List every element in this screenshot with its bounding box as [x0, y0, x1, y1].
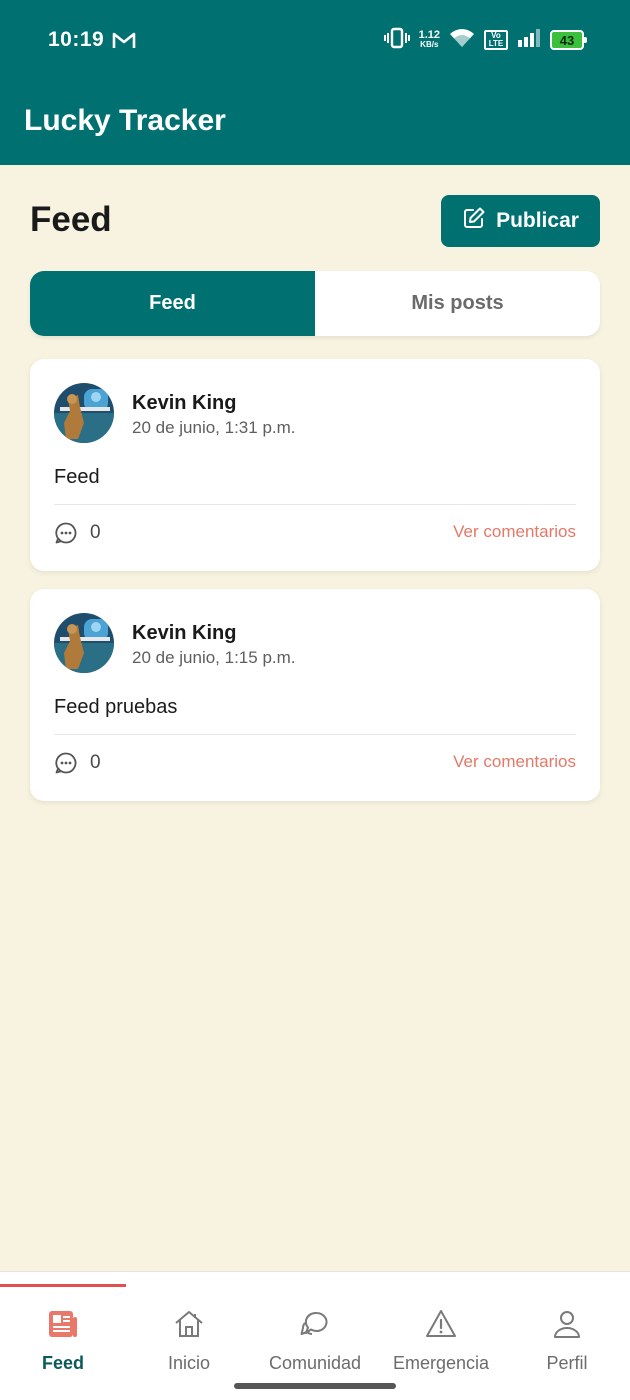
publish-label: Publicar [496, 209, 579, 232]
nav-emergencia[interactable]: Emergencia [378, 1308, 504, 1374]
volte-badge: Vo LTE [484, 30, 508, 50]
nav-feed[interactable]: Feed [0, 1308, 126, 1374]
view-comments-link[interactable]: Ver comentarios [453, 752, 576, 772]
post-body: Feed [54, 466, 100, 488]
tab-mis-posts[interactable]: Mis posts [315, 271, 600, 336]
post-card[interactable]: Kevin King 20 de junio, 1:15 p.m. Feed p… [30, 589, 600, 801]
network-speed: 1.12 KB/s [419, 30, 440, 50]
tab-feed-label: Feed [149, 292, 196, 314]
status-bar: 10:19 1.12 KB/s Vo LTE 43 [0, 0, 630, 80]
nav-label: Perfil [546, 1353, 588, 1373]
post-timestamp: 20 de junio, 1:31 p.m. [132, 418, 296, 437]
divider [54, 504, 576, 505]
avatar[interactable] [54, 383, 114, 443]
battery-level: 43 [559, 32, 575, 48]
nav-inicio[interactable]: Inicio [126, 1308, 252, 1374]
edit-icon [462, 206, 486, 236]
battery-indicator: 43 [550, 30, 587, 50]
gmail-icon [112, 30, 136, 55]
nav-label: Emergencia [392, 1353, 490, 1373]
comment-icon[interactable] [54, 521, 78, 550]
comment-count: 0 [90, 522, 101, 543]
wifi-icon [449, 28, 475, 53]
tab-feed[interactable]: Feed [30, 271, 315, 336]
vibrate-icon [383, 27, 410, 54]
nav-label: Feed [41, 1353, 84, 1373]
tab-mis-posts-label: Mis posts [411, 292, 504, 314]
home-icon [173, 1308, 205, 1345]
status-icons: 1.12 KB/s Vo LTE 43 [383, 27, 587, 54]
bottom-nav: Feed Inicio Comunidad Emergencia Perfil [0, 1271, 630, 1400]
network-speed-value: 1.12 [418, 29, 440, 41]
newspaper-icon [47, 1308, 79, 1345]
app-header: 10:19 1.12 KB/s Vo LTE 43 Lucky Tracker [0, 0, 630, 165]
user-icon [551, 1308, 583, 1345]
page-title: Feed [30, 200, 112, 239]
post-author: Kevin King [132, 392, 237, 414]
nav-label: Comunidad [268, 1353, 362, 1373]
publish-button[interactable]: Publicar [441, 195, 600, 247]
view-comments-link[interactable]: Ver comentarios [453, 522, 576, 542]
avatar[interactable] [54, 613, 114, 673]
home-indicator[interactable] [234, 1383, 396, 1389]
nav-label: Inicio [167, 1353, 211, 1373]
divider [54, 734, 576, 735]
volte-bottom: LTE [488, 39, 504, 48]
comment-icon[interactable] [54, 751, 78, 780]
warning-icon [425, 1308, 457, 1345]
comment-count: 0 [90, 752, 101, 773]
feed-tabs: Feed Mis posts [30, 271, 600, 336]
post-body: Feed pruebas [54, 696, 178, 718]
post-card[interactable]: Kevin King 20 de junio, 1:31 p.m. Feed 0… [30, 359, 600, 571]
chat-bubbles-icon [299, 1308, 331, 1345]
app-title: Lucky Tracker [24, 104, 226, 137]
signal-icon [517, 28, 541, 53]
network-speed-unit: KB/s [420, 40, 439, 49]
post-timestamp: 20 de junio, 1:15 p.m. [132, 648, 296, 667]
nav-perfil[interactable]: Perfil [504, 1308, 630, 1374]
status-time: 10:19 [48, 28, 105, 51]
active-tab-indicator [0, 1284, 126, 1287]
post-author: Kevin King [132, 622, 237, 644]
nav-comunidad[interactable]: Comunidad [252, 1308, 378, 1374]
